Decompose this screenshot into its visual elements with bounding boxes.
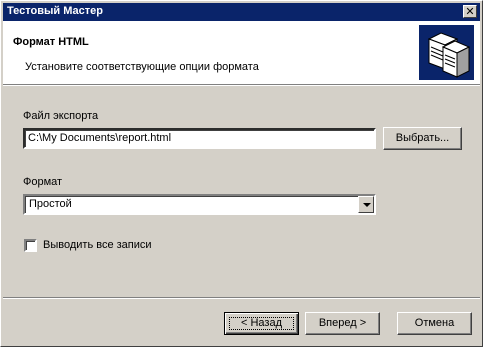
format-label: Формат — [23, 176, 63, 188]
export-file-label: Файл экспорта — [23, 110, 99, 122]
page-title: Формат HTML — [13, 36, 89, 48]
title-bar[interactable]: Тестовый Мастер ✕ — [3, 3, 480, 21]
format-selected-value: Простой — [29, 198, 72, 210]
output-all-label: Выводить все записи — [43, 239, 152, 251]
footer-divider — [3, 297, 480, 299]
wizard-header: Формат HTML Установите соответствующие о… — [3, 21, 480, 84]
header-divider — [3, 84, 480, 86]
servers-icon — [419, 25, 474, 80]
cancel-button[interactable]: Отмена — [397, 312, 472, 335]
export-file-input[interactable]: C:\My Documents\report.html — [23, 128, 376, 149]
focus-rect — [229, 317, 294, 330]
page-subtitle: Установите соответствующие опции формата — [25, 61, 259, 73]
format-select[interactable]: Простой — [23, 194, 376, 215]
chevron-down-icon[interactable] — [358, 196, 374, 213]
wizard-window: Тестовый Мастер ✕ Формат HTML Установите… — [0, 0, 483, 347]
close-button[interactable]: ✕ — [463, 5, 477, 18]
output-all-checkbox[interactable] — [24, 239, 37, 252]
close-icon: ✕ — [465, 5, 475, 18]
window-title: Тестовый Мастер — [7, 5, 103, 17]
back-button[interactable]: < Назад — [224, 312, 299, 335]
next-button[interactable]: Вперед > — [305, 312, 380, 335]
browse-button[interactable]: Выбрать... — [383, 127, 462, 150]
